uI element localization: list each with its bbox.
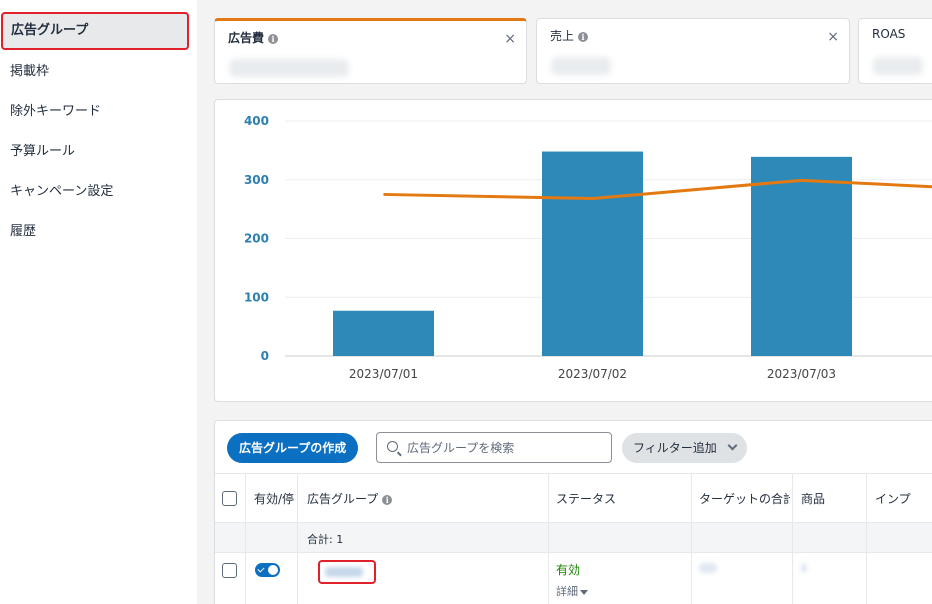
y-tick-label: 100: [244, 290, 269, 304]
metric-card-roas[interactable]: ROAS: [858, 18, 932, 84]
create-ad-group-button[interactable]: 広告グループの作成: [227, 433, 359, 463]
filter-label: フィルター追加: [633, 441, 717, 455]
metric-value-redacted: [229, 59, 349, 77]
x-tick-label: 2023/07/01: [349, 367, 418, 381]
close-icon[interactable]: ×: [504, 31, 516, 47]
sidebar-item-placements[interactable]: 掲載枠: [0, 52, 190, 92]
search-input[interactable]: [407, 438, 607, 458]
metric-title: 売上 i: [550, 27, 589, 44]
status-value: 有効: [556, 563, 581, 577]
search-icon: [387, 441, 398, 452]
search-box: [376, 432, 612, 463]
detail-label: 詳細: [556, 585, 578, 598]
sidebar-item-ad-groups[interactable]: 広告グループ: [1, 12, 189, 50]
sidebar-item-campaign-settings[interactable]: キャンペーン設定: [0, 172, 190, 212]
metric-card-sales[interactable]: 売上 i ×: [536, 18, 850, 84]
products-redacted: [801, 563, 807, 573]
bar: [542, 151, 643, 356]
main-content: 広告費 i × 売上 i × ROAS 0 100 200 300 400 2023/07/0…: [197, 0, 932, 604]
chart-card: 0 100 200 300 400 2023/07/01 2023/07/02 2023/07…: [214, 99, 932, 402]
info-icon[interactable]: i: [578, 31, 589, 42]
bar: [333, 310, 434, 356]
ad-group-table-card: 広告グループの作成 フィルター追加 有効/停 広告グループi ステータス ターゲ…: [214, 420, 932, 604]
metric-label: 広告費: [228, 31, 265, 45]
check-icon: [257, 565, 265, 573]
ad-group-name-link[interactable]: [318, 560, 376, 584]
table-row: 有効 詳細: [215, 553, 932, 604]
chevron-down-icon: [727, 440, 738, 451]
status-detail-link[interactable]: 詳細: [556, 583, 588, 599]
performance-chart: 0 100 200 300 400 2023/07/01 2023/07/02 2023/07…: [244, 114, 932, 381]
metric-title: 広告費 i: [228, 29, 279, 46]
x-tick-label: 2023/07/02: [558, 367, 627, 381]
y-tick-label: 0: [261, 349, 269, 363]
info-icon[interactable]: i: [268, 33, 279, 44]
column-header-status[interactable]: ステータス: [556, 490, 616, 507]
sidebar-item-budget-rules[interactable]: 予算ルール: [0, 132, 190, 172]
targets-total-redacted: [699, 563, 717, 573]
column-header-ad-group[interactable]: 広告グループ i: [307, 490, 393, 507]
column-header-targets-total[interactable]: ターゲットの合計: [699, 490, 790, 507]
metric-value-redacted: [873, 57, 923, 75]
x-tick-label: 2023/07/03: [767, 367, 836, 381]
sidebar: 広告グループ 掲載枠 除外キーワード 予算ルール キャンペーン設定 履歴: [0, 0, 197, 604]
table-header: 有効/停 広告グループ i ステータス ターゲットの合計 商品 インプ: [215, 473, 932, 523]
y-tick-label: 300: [244, 173, 269, 187]
close-icon[interactable]: ×: [827, 29, 839, 45]
sidebar-item-history[interactable]: 履歴: [0, 212, 190, 252]
metric-title: ROAS: [872, 27, 906, 41]
column-header-products[interactable]: 商品: [801, 490, 825, 507]
row-checkbox[interactable]: [222, 563, 237, 578]
column-header-impressions[interactable]: インプ: [875, 490, 911, 507]
add-filter-button[interactable]: フィルター追加: [622, 433, 747, 463]
ad-group-name-redacted: [325, 567, 363, 577]
metric-label: 売上: [550, 29, 575, 43]
select-all-checkbox[interactable]: [222, 491, 237, 506]
y-tick-label: 200: [244, 232, 269, 246]
column-header-enabled[interactable]: 有効/停: [254, 490, 296, 507]
bar: [751, 156, 852, 356]
y-tick-label: 400: [244, 114, 269, 128]
metric-value-redacted: [551, 57, 611, 75]
column-header-label: 広告グループ: [307, 492, 379, 506]
summary-total: 合計: 1: [307, 533, 344, 546]
enabled-toggle[interactable]: [255, 563, 280, 577]
table-summary-row: 合計: 1: [215, 523, 932, 553]
sidebar-item-negative-keywords[interactable]: 除外キーワード: [0, 92, 190, 132]
caret-down-icon: [580, 589, 588, 595]
metric-card-ad-spend[interactable]: 広告費 i ×: [214, 18, 527, 84]
info-icon[interactable]: i: [382, 494, 393, 505]
toggle-knob: [268, 565, 278, 575]
